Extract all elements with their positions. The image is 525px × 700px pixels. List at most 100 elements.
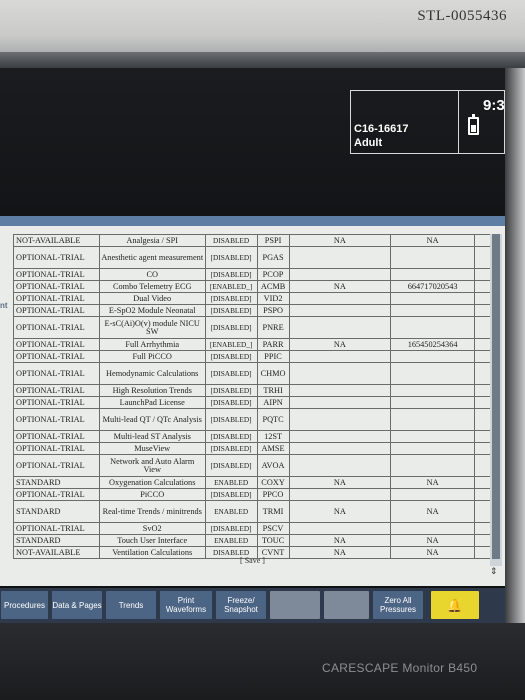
state-cell[interactable]: [DISABLED] [204,430,258,443]
license-cell [288,454,392,477]
code-cell: PNRE [256,316,290,339]
feature-cell: CO [98,268,206,281]
clipped-side-label: nt [0,301,8,310]
feature-cell: Full PiCCO [98,350,206,363]
code-cell: TRMI [256,500,290,523]
license-cell: NA [288,280,392,293]
code-cell: COXY [256,476,290,489]
state-cell[interactable]: [DISABLED] [204,396,258,409]
code-cell: PSPI [256,234,290,247]
table-row: STANDARD Touch User Interface ENABLED TOUC N… [13,534,499,547]
status-cell: OPTIONAL-TRIAL [13,362,100,385]
code-cell: ACMB [256,280,290,293]
state-cell[interactable]: [DISABLED] [204,454,258,477]
serial-cell: NA [390,234,476,247]
table-row: OPTIONAL-TRIAL E-sC(Ai)O(v) module NICU S… [13,316,499,339]
code-cell: VID2 [256,292,290,305]
serial-cell: 664717020543 [390,280,476,293]
freeze-snapshot-button[interactable]: Freeze/ Snapshot [216,591,266,619]
patient-category: Adult [354,137,383,149]
license-cell [288,268,392,281]
serial-cell [390,384,476,397]
serial-cell [390,316,476,339]
status-cell: OPTIONAL-TRIAL [13,442,100,455]
feature-cell: Anesthetic agent measurement [98,246,206,269]
status-cell: OPTIONAL-TRIAL [13,304,100,317]
table-row: OPTIONAL-TRIAL High Resolution Trends [DIS… [13,384,499,397]
alarm-bell-icon[interactable]: 🔔 [431,591,479,619]
state-cell[interactable]: [DISABLED] [204,408,258,431]
license-cell [288,522,392,535]
code-cell: AMSE [256,442,290,455]
state-cell[interactable]: [ENABLED_] [204,280,258,293]
state-cell[interactable]: [DISABLED] [204,268,258,281]
table-row: OPTIONAL-TRIAL SvO2 [DISABLED] PSCV [13,522,499,535]
disabled-button-2[interactable] [324,591,369,619]
state-cell[interactable]: ENABLED [204,476,258,489]
state-cell[interactable]: ENABLED [204,500,258,523]
table-row: OPTIONAL-TRIAL Network and Auto Alarm Vie… [13,454,499,477]
code-cell: PGAS [256,246,290,269]
state-cell[interactable]: [DISABLED] [204,316,258,339]
state-cell[interactable]: [DISABLED] [204,384,258,397]
feature-cell: Hemodynamic Calculations [98,362,206,385]
state-cell[interactable]: [DISABLED] [204,350,258,363]
status-cell: STANDARD [13,476,100,489]
save-link[interactable]: [ Save ] [0,556,505,565]
serial-cell [390,408,476,431]
monitor-top-bezel: STL-0055436 [0,0,525,60]
state-cell[interactable]: [DISABLED] [204,362,258,385]
state-cell[interactable]: [DISABLED] [204,246,258,269]
print-waveforms-button[interactable]: Print Waveforms [160,591,212,619]
code-cell: PPCO [256,488,290,501]
table-row: OPTIONAL-TRIAL CO [DISABLED] PCOP [13,268,499,281]
status-cell: OPTIONAL-TRIAL [13,488,100,501]
feature-cell: Network and Auto Alarm View [98,454,206,477]
code-cell: PPIC [256,350,290,363]
state-cell[interactable]: [ENABLED_] [204,338,258,351]
table-row: OPTIONAL-TRIAL PiCCO [DISABLED] PPCO [13,488,499,501]
feature-cell: LaunchPad License [98,396,206,409]
table-row: OPTIONAL-TRIAL Multi-lead QT / QTc Analys… [13,408,499,431]
state-cell[interactable]: [DISABLED] [204,442,258,455]
battery-icon [468,114,479,135]
state-cell[interactable]: ENABLED [204,534,258,547]
license-cell: NA [288,476,392,489]
scrollbar-thumb[interactable] [492,234,500,559]
table-row: OPTIONAL-TRIAL Multi-lead ST Analysis [DIS… [13,430,499,443]
license-cell [288,384,392,397]
feature-cell: E-SpO2 Module Neonatal [98,304,206,317]
state-cell[interactable]: [DISABLED] [204,488,258,501]
trends-button[interactable]: Trends [106,591,156,619]
serial-cell [390,430,476,443]
disabled-button-1[interactable] [270,591,320,619]
state-cell[interactable]: [DISABLED] [204,304,258,317]
scroll-arrows-icon[interactable]: ⇕ [490,566,498,577]
code-cell: AIPN [256,396,290,409]
table-row: OPTIONAL-TRIAL Dual Video [DISABLED] VID2 [13,292,499,305]
patient-info-box[interactable]: C16-16617 Adult [350,90,458,154]
procedures-button[interactable]: Procedures [1,591,48,619]
table-row: OPTIONAL-TRIAL Anesthetic agent measureme… [13,246,499,269]
state-cell[interactable]: DISABLED [204,234,258,247]
serial-cell [390,454,476,477]
status-cell: OPTIONAL-TRIAL [13,384,100,397]
license-cell [288,396,392,409]
license-cell [288,292,392,305]
feature-cell: E-sC(Ai)O(v) module NICU SW [98,316,206,339]
table-row: OPTIONAL-TRIAL Combo Telemetry ECG [ENABLE… [13,280,499,293]
feature-cell: Combo Telemetry ECG [98,280,206,293]
license-cell [288,442,392,455]
status-cell: OPTIONAL-TRIAL [13,522,100,535]
state-cell[interactable]: [DISABLED] [204,292,258,305]
table-row: STANDARD Oxygenation Calculations ENABLED C… [13,476,499,489]
data-pages-button[interactable]: Data & Pages [52,591,102,619]
table-row: OPTIONAL-TRIAL Hemodynamic Calculations [D… [13,362,499,385]
code-cell: AVOA [256,454,290,477]
status-cell: OPTIONAL-TRIAL [13,430,100,443]
zero-all-pressures-button[interactable]: Zero All Pressures [373,591,423,619]
license-cell: NA [288,338,392,351]
status-cell: OPTIONAL-TRIAL [13,338,100,351]
state-cell[interactable]: [DISABLED] [204,522,258,535]
patient-id: C16-16617 [354,123,409,135]
